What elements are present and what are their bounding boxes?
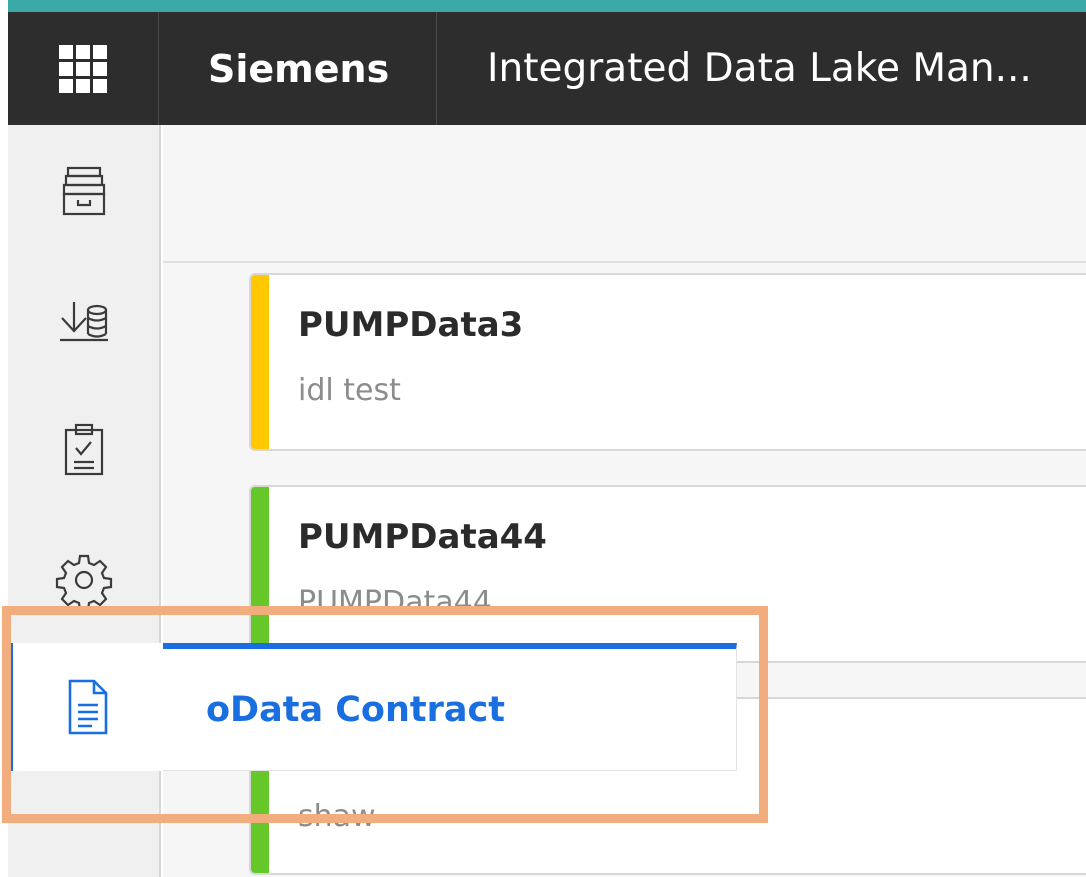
gear-icon (55, 554, 112, 610)
status-bar (251, 487, 269, 661)
document-icon (68, 679, 108, 735)
content-header (163, 125, 1086, 263)
list-item-card[interactable]: PUMPData3 idl test (249, 273, 1086, 451)
card-subtitle: idl test (298, 373, 401, 408)
clipboard-check-icon (64, 423, 103, 476)
sidebar-item-data-ingest[interactable] (8, 255, 159, 385)
sidebar-item-odata-contract[interactable] (8, 643, 163, 771)
app-launcher-button[interactable] (8, 12, 159, 125)
app-title[interactable]: Integrated Data Lake Man... (437, 12, 1086, 125)
archive-drawer-icon (62, 166, 105, 216)
card-subtitle: PUMPData44 (298, 585, 492, 620)
card-title: PUMPData44 (298, 517, 547, 557)
top-bar: Siemens Integrated Data Lake Man... (8, 12, 1086, 125)
odata-contract-flyout[interactable]: oData Contract (163, 643, 737, 771)
card-subtitle: shaw (298, 799, 376, 834)
status-bar (251, 275, 269, 449)
apps-grid-icon (59, 44, 107, 93)
sidebar-item-archive[interactable] (8, 125, 159, 255)
flyout-label: oData Contract (206, 689, 505, 730)
sidebar-item-tasks[interactable] (8, 385, 159, 515)
data-import-icon (59, 302, 108, 342)
brand-name[interactable]: Siemens (159, 12, 437, 125)
list-item-card[interactable]: PUMPData44 PUMPData44 (249, 485, 1086, 663)
sidebar-item-settings[interactable] (8, 515, 159, 645)
top-accent-strip (8, 0, 1086, 12)
card-title: PUMPData3 (298, 305, 524, 345)
